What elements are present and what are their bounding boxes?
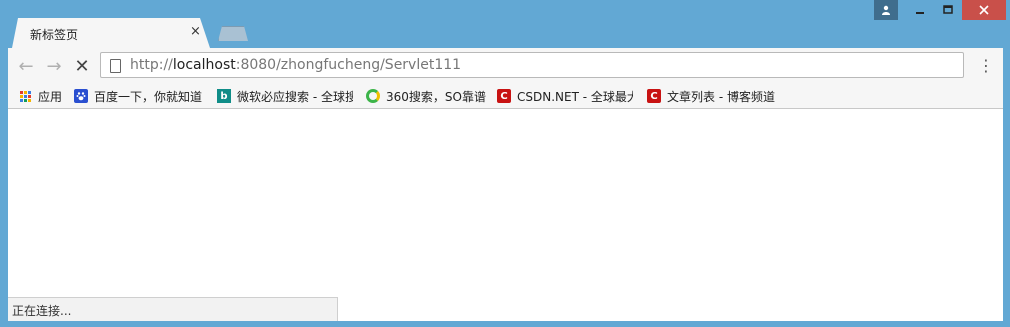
toolbar: ← → ✕ http://localhost:8080/zhongfucheng… [8,48,1003,84]
close-icon[interactable] [962,0,1006,20]
bookmark-label: 百度一下，你就知道 [94,89,203,104]
minimize-icon[interactable] [906,0,934,20]
url-text[interactable]: http://localhost:8080/zhongfucheng/Servl… [130,57,461,73]
bookmark-label: 应用 [38,89,63,104]
status-bubble: 正在连接... [8,297,338,321]
360-icon [366,89,380,103]
menu-icon[interactable]: ⋮ [978,56,994,75]
back-icon[interactable]: ← [16,56,36,77]
tab-title: 新标签页 [30,28,79,42]
csdn-icon: C [647,89,661,103]
bookmark-csdn[interactable]: C CSDN.NET - 全球最大 [497,87,633,105]
bookmark-bing[interactable]: b 微软必应搜索 - 全球搜 [217,87,353,105]
bookmark-label: 360搜索，SO靠谱 [386,89,486,104]
bookmark-label: 微软必应搜索 - 全球搜 [237,89,353,104]
browser-window: 新标签页 × ← → ✕ http://localhost:8080/zhong… [0,0,1010,327]
page-content [8,109,1003,321]
bookmark-label: 文章列表 - 博客频道 [667,89,775,104]
url-host: localhost [172,57,236,73]
page-icon [110,59,121,73]
forward-icon[interactable]: → [44,56,64,77]
apps-icon [18,89,32,103]
url-path: :8080/zhongfucheng/Servlet111 [235,57,462,73]
new-tab-button[interactable] [218,26,248,41]
bookmark-baidu[interactable]: 百度一下，你就知道 [74,87,202,105]
stop-loading-icon[interactable]: ✕ [72,56,92,77]
tab-close-icon[interactable]: × [190,24,201,39]
bookmark-apps[interactable]: 应用 [18,87,62,105]
bookmark-label: CSDN.NET - 全球最大 [517,89,633,104]
address-bar[interactable]: http://localhost:8080/zhongfucheng/Servl… [100,52,964,78]
bing-icon: b [217,89,231,103]
baidu-icon [74,89,88,103]
bookmark-article-list[interactable]: C 文章列表 - 博客频道 [647,87,775,105]
tab-active[interactable]: 新标签页 × [12,18,210,48]
csdn-icon: C [497,89,511,103]
url-prefix: http:// [130,57,173,73]
window-controls [874,0,1006,22]
user-icon[interactable] [874,0,898,20]
bookmarks-bar: 应用 百度一下，你就知道 b 微软必应搜索 - 全球搜 360搜索，SO靠谱 C… [8,84,1003,109]
maximize-icon[interactable] [934,0,962,20]
bookmark-360[interactable]: 360搜索，SO靠谱 [366,87,486,105]
